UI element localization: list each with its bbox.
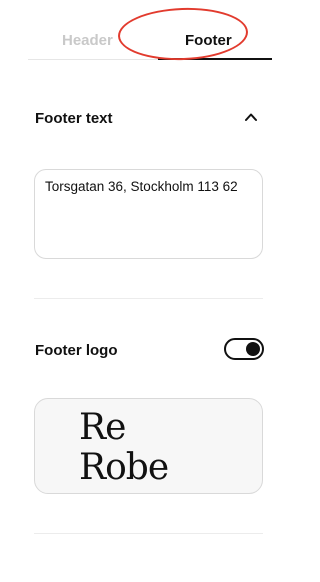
footer-text-input[interactable]: Torsgatan 36, Stockholm 113 62 <box>34 169 263 259</box>
footer-logo-upload[interactable]: Re Robe <box>34 398 263 494</box>
divider-bottom <box>34 533 263 534</box>
footer-logo-title: Footer logo <box>35 342 118 359</box>
chevron-up-icon[interactable] <box>244 110 258 124</box>
toggle-knob <box>246 342 260 356</box>
footer-text-title: Footer text <box>35 110 113 127</box>
logo-line-1: Re <box>79 407 125 448</box>
rerobe-logo: Re Robe <box>79 407 169 488</box>
tab-header[interactable]: Header <box>62 32 113 49</box>
divider <box>34 298 263 299</box>
footer-logo-toggle[interactable] <box>224 338 264 360</box>
logo-line-2: Robe <box>79 447 168 488</box>
